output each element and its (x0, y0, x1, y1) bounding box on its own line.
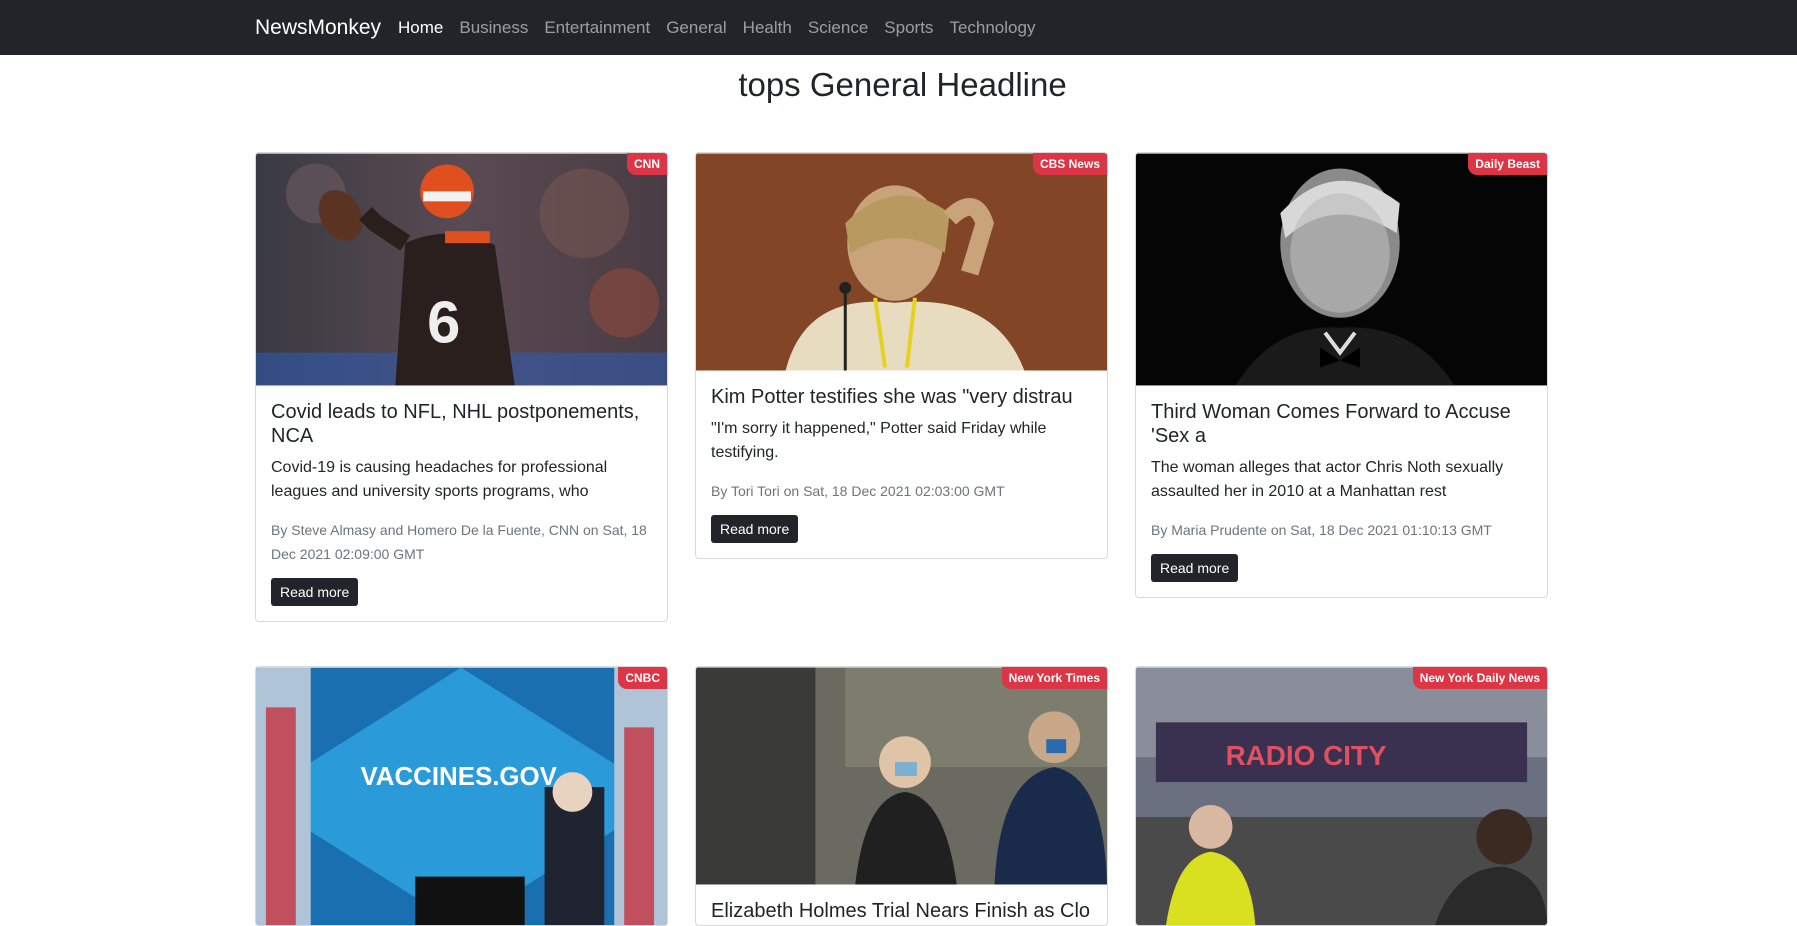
card-description: The woman alleges that actor Chris Noth … (1151, 459, 1504, 500)
card-description: "I'm sorry it happened," Potter said Fri… (711, 420, 1047, 461)
source-badge: CNN (627, 153, 667, 175)
nav-general[interactable]: General (666, 18, 726, 38)
source-badge: CBS News (1032, 153, 1107, 175)
news-card: Daily Beast Third Woman Comes Forward to… (1135, 152, 1548, 598)
read-more-button[interactable]: Read more (271, 578, 359, 606)
brand-link[interactable]: NewsMonkey (255, 16, 381, 40)
card-title: Kim Potter testifies she was "very distr… (711, 386, 1073, 408)
nav-health[interactable]: Health (743, 18, 792, 38)
card-description: Covid-19 is causing headaches for profes… (271, 459, 608, 500)
read-more-button[interactable]: Read more (1151, 554, 1239, 582)
card-title: Elizabeth Holmes Trial Nears Finish as C… (711, 900, 1091, 922)
article-image[interactable]: VACCINES.GOV (256, 667, 667, 926)
read-more-button[interactable]: Read more (711, 515, 799, 543)
source-badge: Daily Beast (1468, 153, 1547, 175)
navbar: NewsMonkey Home Business Entertainment G… (0, 0, 1797, 55)
news-card: New York Daily News RADIO CITY (1135, 666, 1548, 926)
article-image[interactable]: 6 (256, 153, 667, 386)
news-card: CNN 6 Covid leads to NFL, NHL postponeme… (255, 152, 668, 622)
news-card: CNBC VACCINES.GOV (255, 666, 668, 926)
card-meta: By Steve Almasy and Homero De la Fuente,… (271, 522, 647, 562)
nav-sports[interactable]: Sports (884, 18, 933, 38)
nav-home[interactable]: Home (398, 18, 443, 38)
nav-technology[interactable]: Technology (949, 18, 1035, 38)
card-meta: By Maria Prudente on Sat, 18 Dec 2021 01… (1151, 522, 1492, 538)
article-image[interactable] (1136, 153, 1547, 386)
card-body: Kim Potter testifies she was "very distr… (696, 371, 1107, 558)
card-body: Third Woman Comes Forward to Accuse 'Sex… (1136, 386, 1547, 597)
svg-text:6: 6 (427, 289, 460, 356)
card-meta: By Tori Tori on Sat, 18 Dec 2021 02:03:0… (711, 483, 1005, 499)
source-badge: New York Times (1001, 667, 1107, 689)
page-title: tops General Headline (738, 66, 1067, 103)
nav-entertainment[interactable]: Entertainment (544, 18, 650, 38)
news-card: New York Times Elizabeth Holmes Trial Ne… (695, 666, 1108, 926)
card-body: Covid leads to NFL, NHL postponements, N… (256, 386, 667, 621)
image-caption: RADIO CITY (1226, 740, 1387, 771)
image-caption: VACCINES.GOV (360, 763, 557, 791)
news-card: CBS News Kim Potter testifies she was "v… (695, 152, 1108, 559)
nav-links: Home Business Entertainment General Heal… (398, 18, 1051, 38)
card-body: Elizabeth Holmes Trial Nears Finish as C… (696, 885, 1107, 925)
nav-science[interactable]: Science (808, 18, 868, 38)
card-title: Third Woman Comes Forward to Accuse 'Sex… (1151, 401, 1511, 447)
source-badge: CNBC (618, 667, 667, 689)
article-image[interactable] (696, 667, 1107, 885)
source-badge: New York Daily News (1412, 667, 1547, 689)
card-title: Covid leads to NFL, NHL postponements, N… (271, 401, 640, 447)
article-image[interactable]: RADIO CITY (1136, 667, 1547, 926)
article-image[interactable] (696, 153, 1107, 371)
nav-business[interactable]: Business (459, 18, 528, 38)
